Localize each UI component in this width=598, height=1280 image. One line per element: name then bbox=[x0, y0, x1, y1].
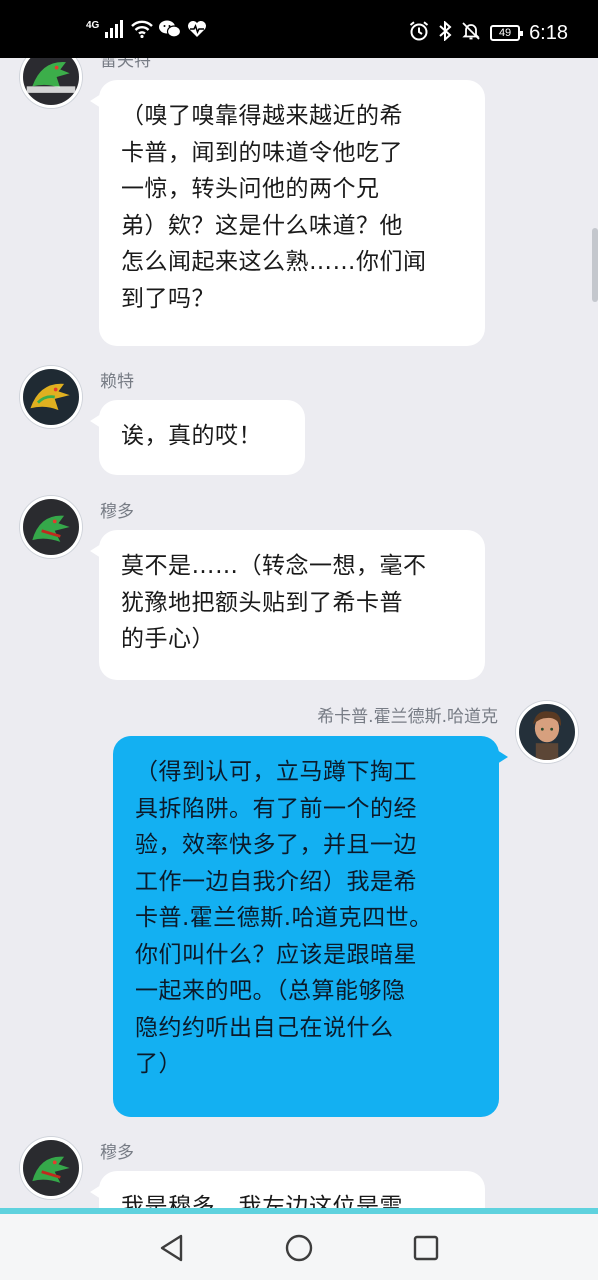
clock: 6:18 bbox=[529, 22, 568, 44]
message-line: 工作一边自我介绍）我是希 bbox=[135, 868, 417, 895]
message-line: 了） bbox=[135, 1051, 182, 1077]
network-type: 4G bbox=[86, 20, 100, 31]
message-line: 验，效率快多了，并且一边 bbox=[135, 832, 417, 858]
message-line: 犹豫地把额头贴到了希卡普 bbox=[121, 589, 403, 616]
status-bar: 4G 49 6:18 bbox=[0, 0, 598, 58]
message-line: 卡普，闻到的味道令他吃了 bbox=[121, 139, 403, 166]
alarm-icon bbox=[409, 21, 429, 45]
mute-icon bbox=[461, 21, 481, 45]
sender-name: 赖特 bbox=[100, 372, 134, 392]
message-bubble[interactable]: 诶，真的哎！ bbox=[90, 400, 305, 475]
message-line: 莫不是……（转念一想，毫不 bbox=[121, 553, 427, 579]
message-line: 隐约约听出自己在说什么 bbox=[135, 1014, 394, 1041]
signal-icon bbox=[105, 20, 125, 42]
avatar[interactable] bbox=[20, 1137, 82, 1199]
message-bubble[interactable]: 我是穆多，我左边这位是雷 bbox=[90, 1171, 485, 1210]
avatar[interactable] bbox=[516, 701, 578, 763]
health-icon bbox=[187, 20, 207, 42]
avatar[interactable] bbox=[20, 366, 82, 428]
avatar[interactable] bbox=[20, 58, 82, 108]
status-left: 4G bbox=[86, 20, 207, 42]
message-line: 弟）欸？这是什么味道？他 bbox=[121, 212, 403, 239]
message-line: 我是穆多，我左边这位是雷 bbox=[121, 1194, 403, 1210]
message-line: （嗅了嗅靠得越来越近的希 bbox=[121, 103, 403, 129]
message-line: 的手心） bbox=[121, 626, 215, 652]
navigation-bar bbox=[0, 1208, 598, 1280]
message-line: 你们叫什么？应该是跟暗星 bbox=[135, 941, 417, 968]
message-line: 到了吗？ bbox=[121, 285, 215, 312]
sender-name: 希卡普.霍兰德斯.哈道克 bbox=[317, 707, 498, 727]
battery-icon: 49 bbox=[490, 25, 524, 41]
bluetooth-icon bbox=[438, 20, 452, 45]
message-line: 一惊，转头问他的两个兄 bbox=[121, 176, 380, 202]
message-line: 一起来的吧。（总算能够隐 bbox=[135, 978, 406, 1004]
message-line: 怎么闻起来这么熟……你们闻 bbox=[121, 249, 427, 275]
battery-level: 49 bbox=[498, 27, 512, 39]
recents-icon[interactable] bbox=[408, 1230, 444, 1266]
home-icon[interactable] bbox=[281, 1230, 317, 1266]
message-bubble[interactable]: 莫不是……（转念一想，毫不 犹豫地把额头贴到了希卡普 的手心） bbox=[90, 530, 485, 680]
sender-name: 穆多 bbox=[100, 502, 134, 522]
back-icon[interactable] bbox=[154, 1230, 190, 1266]
message-bubble[interactable]: （得到认可，立马蹲下掏工 具拆陷阱。有了前一个的经 验，效率快多了，并且一边 工… bbox=[113, 736, 508, 1117]
sender-name: 穆多 bbox=[100, 1143, 134, 1163]
scrollbar[interactable] bbox=[592, 228, 598, 302]
message-line: （得到认可，立马蹲下掏工 bbox=[135, 759, 417, 785]
message-bubble[interactable]: （嗅了嗅靠得越来越近的希 卡普，闻到的味道令他吃了 一惊，转头问他的两个兄 弟）… bbox=[90, 80, 485, 346]
message-line: 诶，真的哎！ bbox=[121, 423, 262, 449]
sender-name: 雷夫特 bbox=[100, 58, 151, 71]
status-right: 49 6:18 bbox=[409, 20, 568, 46]
wechat-icon bbox=[159, 20, 182, 42]
avatar[interactable] bbox=[20, 496, 82, 558]
message-line: 具拆陷阱。有了前一个的经 bbox=[135, 795, 417, 822]
chat-area[interactable]: 雷夫特 （嗅了嗅靠得越来越近的希 卡普，闻到的味道令他吃了 一惊，转头问他的两个… bbox=[0, 58, 598, 1210]
message-line: 卡普.霍兰德斯.哈道克四世。 bbox=[135, 905, 433, 931]
wifi-icon bbox=[131, 20, 154, 42]
